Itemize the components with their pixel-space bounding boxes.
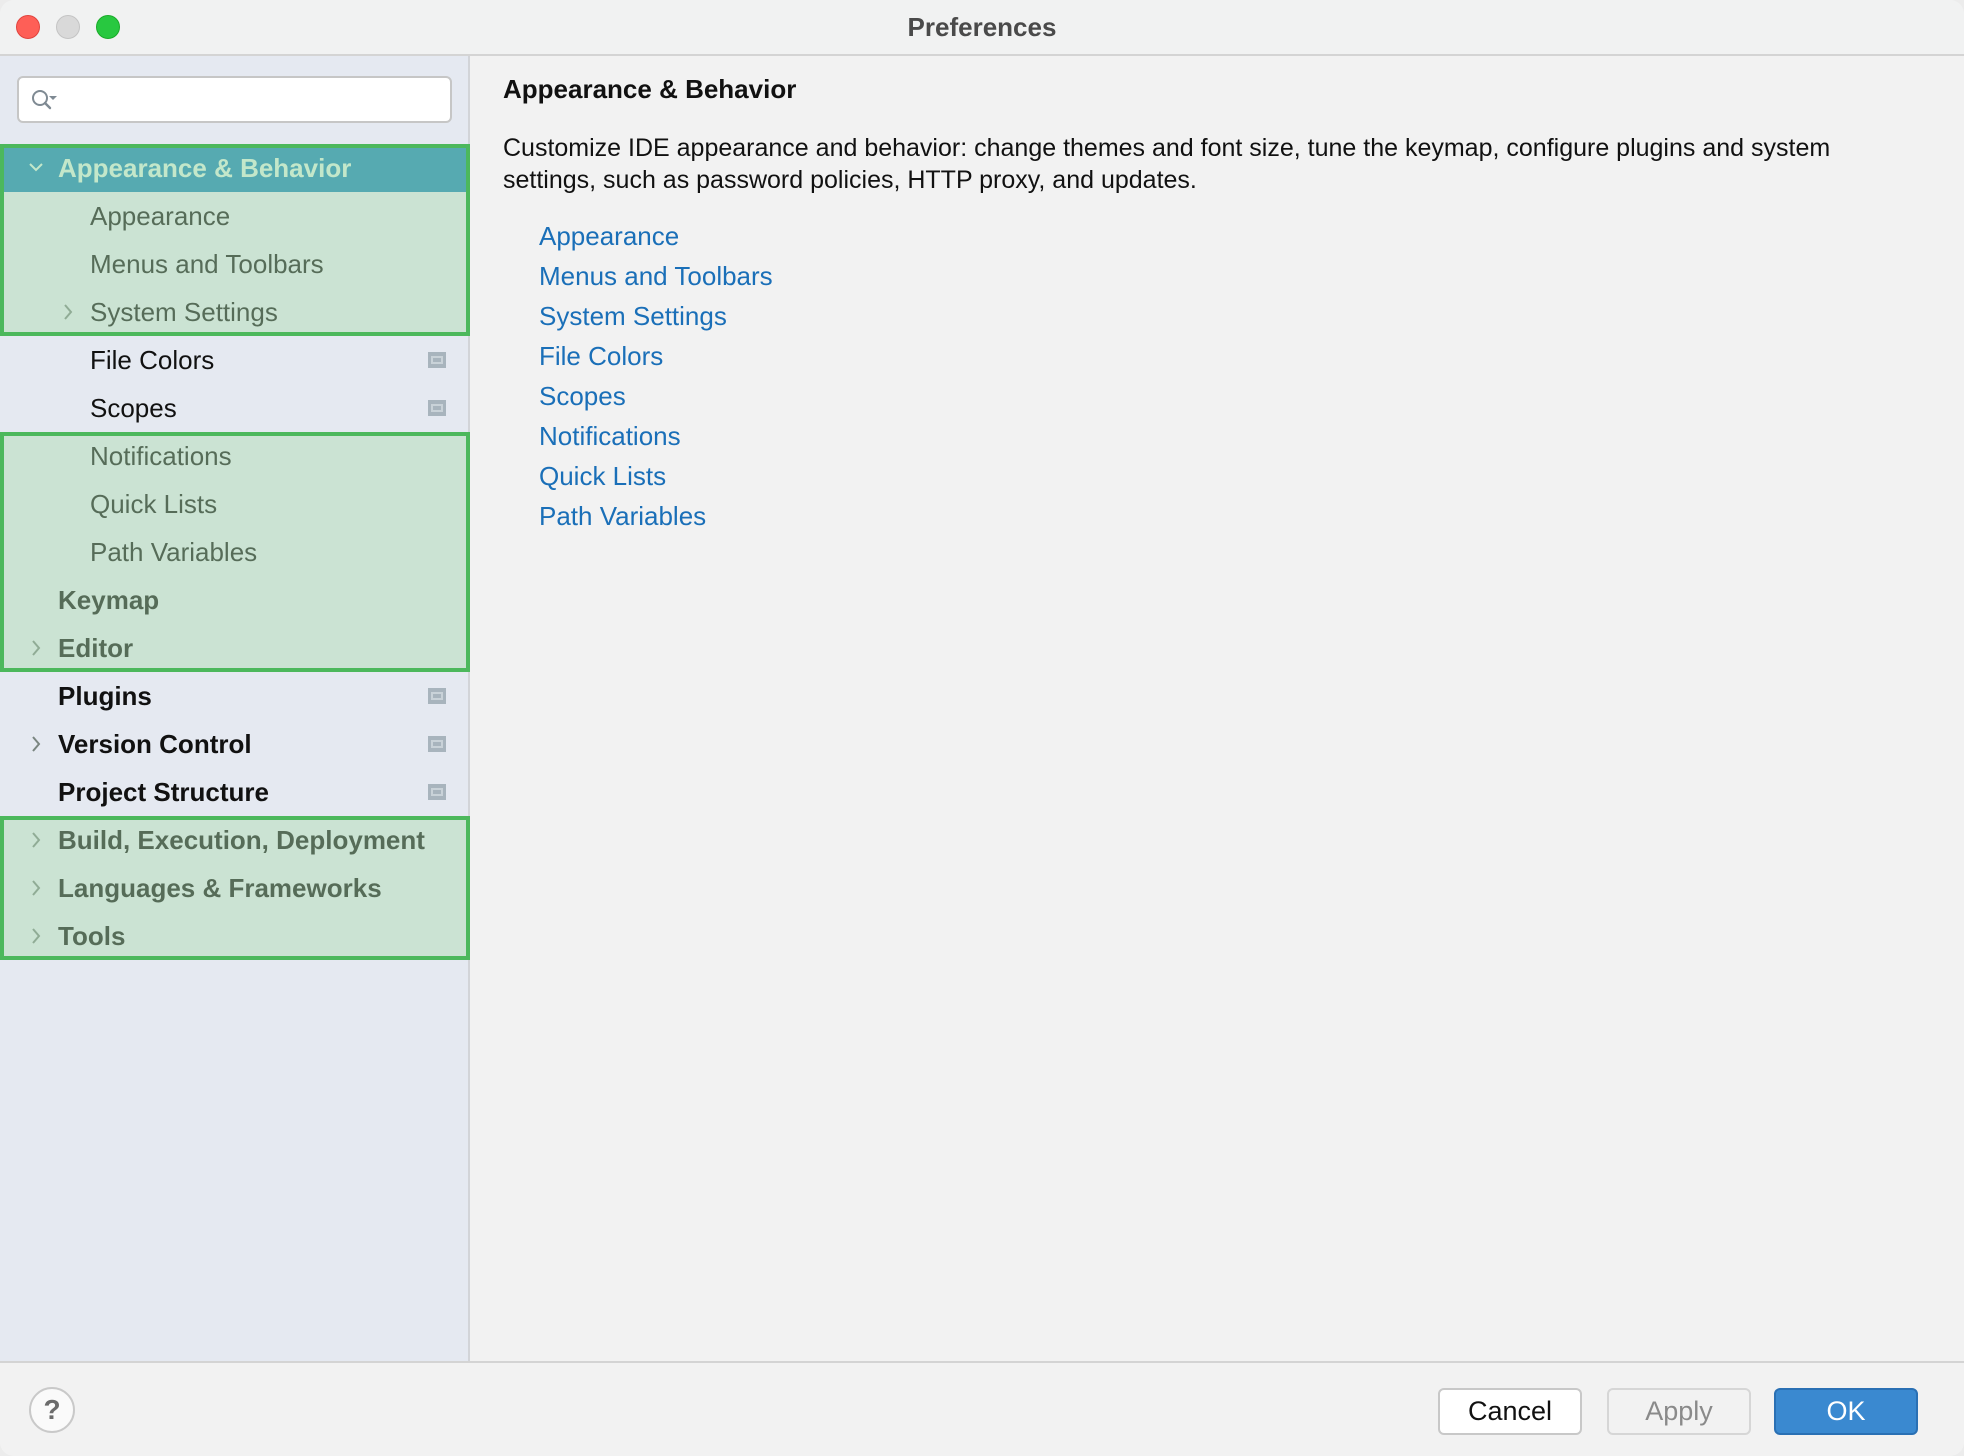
sidebar-item-label: Quick Lists <box>90 489 218 519</box>
chevron-right-icon[interactable] <box>28 864 44 912</box>
help-button[interactable]: ? <box>29 1387 75 1433</box>
sidebar-item-version-control[interactable]: Version Control <box>0 720 468 768</box>
link-quick-lists[interactable]: Quick Lists <box>539 456 773 496</box>
link-menus-and-toolbars[interactable]: Menus and Toolbars <box>539 256 773 296</box>
sidebar-item-label: Scopes <box>90 393 177 423</box>
project-level-icon <box>428 688 446 704</box>
settings-search-input[interactable] <box>63 82 442 120</box>
project-level-icon <box>428 784 446 800</box>
cancel-button[interactable]: Cancel <box>1438 1388 1582 1435</box>
settings-content: Appearance & Behavior Customize IDE appe… <box>470 56 1964 1363</box>
settings-search[interactable] <box>17 76 452 123</box>
chevron-right-icon[interactable] <box>28 816 44 864</box>
sidebar-item-project-structure[interactable]: Project Structure <box>0 768 468 816</box>
sidebar-item-notifications[interactable]: Notifications <box>0 432 468 480</box>
sidebar-item-label: Plugins <box>58 681 152 711</box>
link-file-colors[interactable]: File Colors <box>539 336 773 376</box>
sidebar-item-label: Appearance <box>90 201 231 231</box>
chevron-right-icon[interactable] <box>28 624 44 672</box>
sidebar-item-menus-and-toolbars[interactable]: Menus and Toolbars <box>0 240 468 288</box>
sidebar-item-system-settings[interactable]: System Settings <box>0 288 468 336</box>
link-appearance[interactable]: Appearance <box>539 216 773 256</box>
sidebar-item-label: Appearance & Behavior <box>58 153 352 183</box>
chevron-right-icon[interactable] <box>60 288 76 336</box>
sidebar-item-path-variables[interactable]: Path Variables <box>0 528 468 576</box>
sidebar-item-label: File Colors <box>90 345 215 375</box>
preferences-window: Preferences Appearance & Behavior Appeara… <box>0 0 1964 1456</box>
project-level-icon <box>428 736 446 752</box>
link-system-settings[interactable]: System Settings <box>539 296 773 336</box>
project-level-icon <box>428 400 446 416</box>
settings-sidebar: Appearance & Behavior Appearance Menus and… <box>0 56 470 1363</box>
apply-button[interactable]: Apply <box>1607 1388 1751 1435</box>
title-bar: Preferences <box>0 0 1964 56</box>
sidebar-item-appearance-and-behavior[interactable]: Appearance & Behavior <box>0 144 468 192</box>
sidebar-item-label: System Settings <box>90 297 278 327</box>
page-title: Appearance & Behavior <box>503 74 797 104</box>
search-icon <box>32 90 57 110</box>
project-level-icon <box>428 352 446 368</box>
sidebar-item-label: Tools <box>58 921 126 951</box>
sidebar-item-keymap[interactable]: Keymap <box>0 576 468 624</box>
sidebar-item-languages-and-frameworks[interactable]: Languages & Frameworks <box>0 864 468 912</box>
sidebar-item-label: Project Structure <box>58 777 269 807</box>
subpage-links: Appearance Menus and Toolbars System Setti… <box>539 216 773 536</box>
sidebar-item-label: Version Control <box>58 729 252 759</box>
sidebar-item-label: Keymap <box>58 585 160 615</box>
page-description: Customize IDE appearance and behavior: c… <box>503 134 1831 194</box>
sidebar-item-label: Languages & Frameworks <box>58 873 382 903</box>
sidebar-item-label: Menus and Toolbars <box>90 249 324 279</box>
sidebar-item-plugins[interactable]: Plugins <box>0 672 468 720</box>
sidebar-item-quick-lists[interactable]: Quick Lists <box>0 480 468 528</box>
link-path-variables[interactable]: Path Variables <box>539 496 773 536</box>
sidebar-item-tools[interactable]: Tools <box>0 912 468 960</box>
sidebar-item-label: Notifications <box>90 441 232 471</box>
sidebar-item-appearance[interactable]: Appearance <box>0 192 468 240</box>
window-title: Preferences <box>907 12 1057 42</box>
sidebar-item-label: Path Variables <box>90 537 258 567</box>
chevron-down-icon[interactable] <box>28 144 44 192</box>
sidebar-item-label: Editor <box>58 633 134 663</box>
sidebar-item-scopes[interactable]: Scopes <box>0 384 468 432</box>
chevron-right-icon[interactable] <box>28 912 44 960</box>
sidebar-item-editor[interactable]: Editor <box>0 624 468 672</box>
dialog-footer: ? Cancel Apply OK <box>0 1361 1964 1456</box>
chevron-right-icon[interactable] <box>28 720 44 768</box>
ok-button[interactable]: OK <box>1774 1388 1918 1435</box>
sidebar-item-build-execution-deployment[interactable]: Build, Execution, Deployment <box>0 816 468 864</box>
sidebar-item-label: Build, Execution, Deployment <box>58 825 425 855</box>
link-scopes[interactable]: Scopes <box>539 376 773 416</box>
sidebar-item-file-colors[interactable]: File Colors <box>0 336 468 384</box>
link-notifications[interactable]: Notifications <box>539 416 773 456</box>
settings-tree: Appearance & Behavior Appearance Menus and… <box>0 144 468 960</box>
